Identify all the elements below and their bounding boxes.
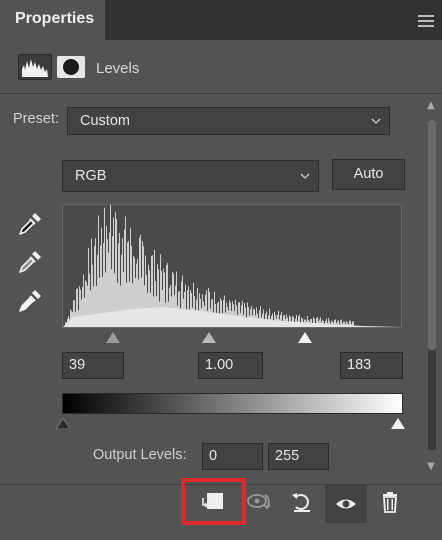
trash-icon[interactable] — [372, 485, 408, 521]
output-levels-label: Output Levels: — [93, 447, 187, 463]
gray-point-eyedropper-icon[interactable] — [16, 248, 44, 276]
reset-icon[interactable] — [284, 485, 320, 521]
chevron-down-icon — [371, 118, 381, 124]
histogram-bar — [95, 238, 96, 327]
adjustment-title: Levels — [96, 60, 140, 77]
highlight-input-slider[interactable] — [298, 332, 312, 343]
properties-header: Levels — [0, 40, 442, 94]
histogram-bar — [113, 217, 114, 327]
black-point-eyedropper-icon[interactable] — [16, 210, 44, 238]
output-white-slider[interactable] — [391, 418, 405, 429]
histogram-bar — [110, 205, 111, 327]
histogram-bar — [116, 218, 117, 327]
visibility-eye-icon — [336, 499, 356, 509]
visibility-toggle-button[interactable] — [325, 485, 367, 523]
channel-value: RGB — [75, 168, 107, 184]
preset-value: Custom — [80, 113, 130, 129]
hamburger-menu-icon[interactable] — [418, 15, 434, 27]
scroll-down-arrow-icon[interactable]: ▼ — [422, 458, 440, 476]
histogram-bar — [104, 207, 105, 327]
histogram-bar — [98, 215, 99, 327]
output-max-field[interactable]: 255 — [268, 443, 329, 470]
output-gradient-bar — [62, 393, 403, 414]
shadow-input-field[interactable]: 39 — [62, 352, 124, 379]
scrollbar[interactable] — [428, 120, 436, 450]
layer-mask-icon[interactable] — [57, 56, 85, 78]
output-min-field[interactable]: 0 — [202, 443, 263, 470]
histogram-graph — [63, 205, 401, 327]
histogram-bar — [101, 227, 102, 327]
preset-dropdown[interactable]: Custom — [67, 107, 390, 135]
tab-bar: Properties — [0, 0, 442, 40]
highlight-annotation-box — [181, 478, 246, 525]
preset-label: Preset: — [13, 111, 59, 127]
chevron-down-icon — [300, 173, 310, 179]
auto-button[interactable]: Auto — [332, 159, 405, 190]
shadow-input-slider[interactable] — [106, 332, 120, 343]
scroll-up-arrow-icon[interactable]: ▲ — [422, 97, 440, 115]
output-black-slider[interactable] — [56, 418, 70, 429]
tab-properties[interactable]: Properties — [0, 0, 105, 40]
midtone-input-field[interactable]: 1.00 — [198, 352, 263, 379]
scrollbar-thumb[interactable] — [428, 120, 436, 350]
histogram-bar — [115, 212, 116, 327]
view-previous-state-icon[interactable] — [243, 485, 279, 521]
white-point-eyedropper-icon[interactable] — [16, 287, 44, 315]
midtone-input-slider[interactable] — [202, 332, 216, 343]
histogram-bar — [91, 238, 92, 327]
histogram-bar — [106, 225, 107, 327]
channel-dropdown[interactable]: RGB — [62, 160, 319, 192]
highlight-input-field[interactable]: 183 — [340, 352, 403, 379]
levels-histogram-icon[interactable] — [18, 54, 52, 80]
histogram — [62, 204, 402, 328]
